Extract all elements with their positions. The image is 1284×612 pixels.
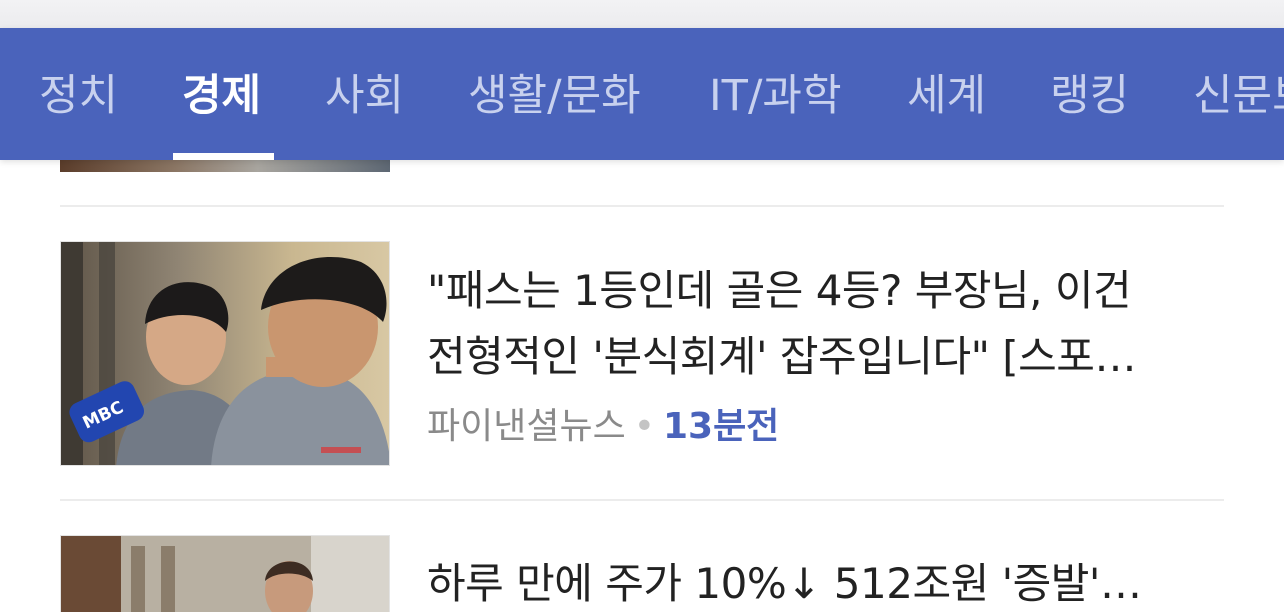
article-time: 13분전 <box>662 406 780 447</box>
meta-separator: • <box>633 406 655 447</box>
tab-economy[interactable]: 경제 <box>182 68 261 160</box>
article-title[interactable]: 하루 만에 주가 10%↓ 512조원 '증발'… <box>427 551 1217 612</box>
article-title-line: 하루 만에 주가 10%↓ 512조원 '증발'… <box>427 559 1142 608</box>
tab-world[interactable]: 세계 <box>907 68 986 160</box>
article-meta: 파이낸셜뉴스 • 13분전 <box>427 402 779 452</box>
article-thumbnail[interactable] <box>60 535 390 612</box>
tab-society[interactable]: 사회 <box>325 68 404 160</box>
active-tab-indicator <box>173 153 274 160</box>
article-title[interactable]: "패스는 1등인데 골은 4등? 부장님, 이건 전형적인 '분식회계' 잡주입… <box>427 258 1217 390</box>
article-source[interactable]: 파이낸셜뉴스 <box>427 406 626 447</box>
tab-politics[interactable]: 정치 <box>39 68 118 160</box>
tab-ranking[interactable]: 랭킹 <box>1050 68 1129 160</box>
category-nav: 정치 경제 사회 생활/문화 IT/과학 세계 랭킹 신문보 <box>0 28 1284 160</box>
article-thumbnail[interactable]: MBC <box>60 241 390 466</box>
article-title-line: "패스는 1등인데 골은 4등? 부장님, 이건 <box>427 266 1132 315</box>
tab-life-culture[interactable]: 생활/문화 <box>468 68 641 160</box>
article-title-line: 전형적인 '분식회계' 잡주입니다" [스포… <box>427 332 1136 381</box>
tab-it-science[interactable]: IT/과학 <box>709 68 842 160</box>
tab-newspaper[interactable]: 신문보 <box>1193 68 1284 160</box>
divider <box>60 499 1224 501</box>
status-bar-area <box>0 0 1284 28</box>
divider <box>60 205 1224 207</box>
